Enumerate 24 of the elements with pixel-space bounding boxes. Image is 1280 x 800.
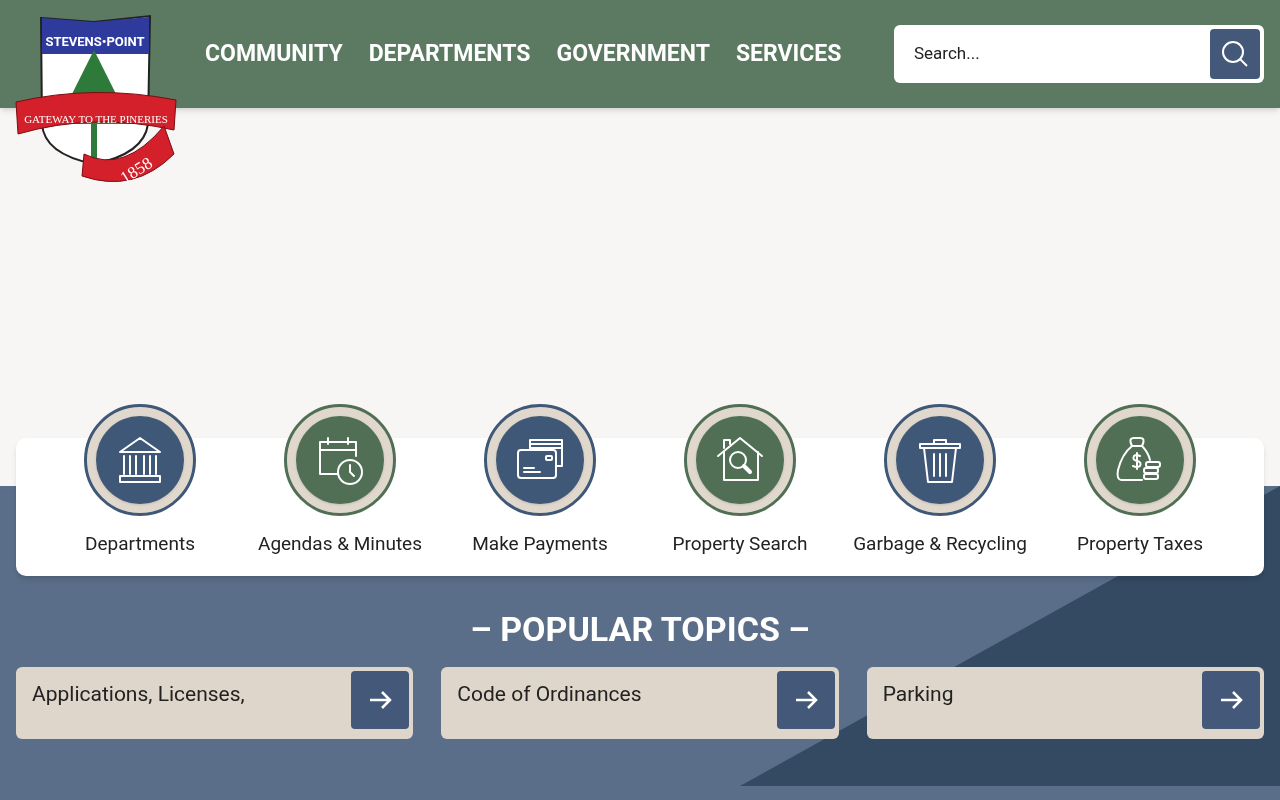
arrow-button[interactable]	[1202, 671, 1260, 729]
arrow-button[interactable]	[776, 671, 835, 729]
nav-link[interactable]: GOVERNMENT	[556, 36, 710, 72]
quick-link[interactable]: Agendas & Minutes	[240, 404, 440, 559]
nav-link[interactable]: SERVICES	[735, 36, 842, 72]
search-icon	[1221, 40, 1249, 68]
topic-card[interactable]: Applications, Licenses,	[16, 667, 414, 739]
search-field[interactable]: Search...	[894, 25, 1264, 83]
arrow-right-icon	[1219, 690, 1243, 710]
topic-card[interactable]: Parking	[866, 667, 1264, 739]
quick-link[interactable]: Departments	[40, 404, 240, 559]
arrow-right-icon	[793, 690, 818, 710]
topic-card[interactable]: Code of Ordinances	[441, 667, 839, 739]
quick-link[interactable]: Property Taxes	[1040, 404, 1240, 559]
arrow-right-icon	[368, 690, 393, 710]
search-input[interactable]: Search...	[914, 41, 1210, 67]
quick-link[interactable]: Property Search	[640, 404, 840, 559]
nav-link[interactable]: DEPARTMENTS	[368, 36, 531, 72]
quick-link[interactable]: Make Payments	[440, 404, 640, 559]
quick-link[interactable]: Garbage & Recycling	[840, 404, 1040, 559]
search-button[interactable]	[1210, 29, 1260, 79]
nav-link[interactable]: COMMUNITY	[205, 36, 343, 72]
section-title: – POPULAR TOPICS –	[469, 608, 811, 651]
arrow-button[interactable]	[351, 671, 410, 729]
